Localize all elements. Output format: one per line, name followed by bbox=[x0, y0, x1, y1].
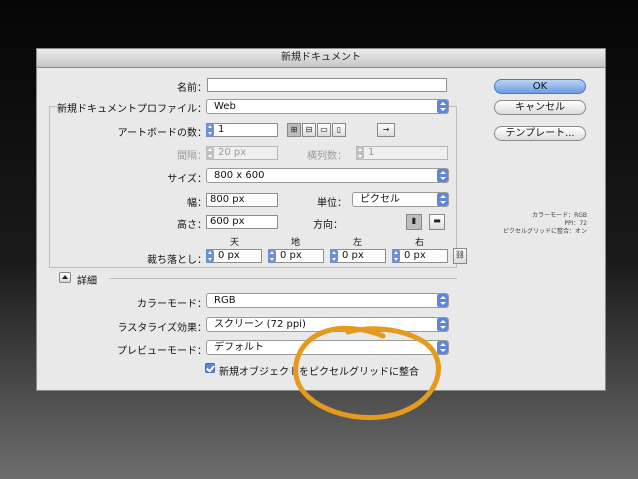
annotation-stroke bbox=[293, 325, 441, 421]
annotation-circle bbox=[293, 325, 441, 421]
